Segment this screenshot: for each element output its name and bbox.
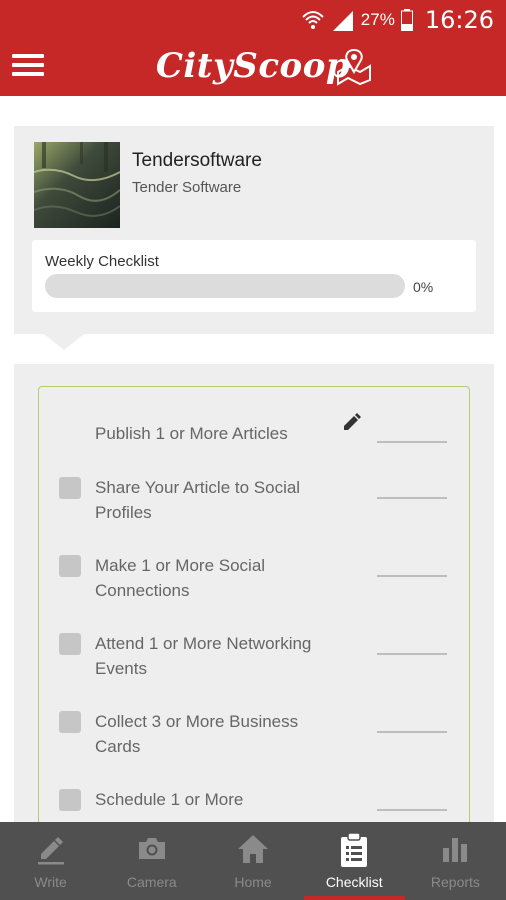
- nav-reports[interactable]: Reports: [405, 822, 506, 900]
- count-field-line[interactable]: [377, 809, 447, 811]
- avatar-image: [34, 142, 120, 228]
- profile-name: Tendersoftware: [132, 150, 262, 171]
- pencil-edit-icon[interactable]: [341, 411, 363, 433]
- card-pointer: [44, 334, 84, 350]
- status-icons: 27% 16:26: [301, 6, 494, 34]
- checkbox[interactable]: [59, 789, 81, 811]
- bottom-navigation: Write Camera Home Checklist Reports: [0, 822, 506, 900]
- status-bar: 27% 16:26: [0, 0, 506, 38]
- clock: 16:26: [424, 6, 494, 34]
- clipboard-icon: [341, 832, 368, 867]
- checklist-item-label: Schedule 1 or More: [95, 790, 244, 809]
- nav-label: Checklist: [325, 874, 383, 890]
- checkbox[interactable]: [59, 555, 81, 577]
- nav-label: Reports: [430, 874, 480, 890]
- progress-bar: [45, 274, 405, 298]
- weekly-checklist-label: Weekly Checklist: [45, 253, 159, 270]
- progress-percent: 0%: [413, 279, 434, 295]
- weekly-progress-box: Weekly Checklist 0%: [32, 240, 476, 312]
- nav-label: Home: [234, 874, 272, 890]
- checkbox[interactable]: [59, 711, 81, 733]
- nav-label: Camera: [126, 874, 177, 890]
- battery-percent: 27%: [360, 10, 395, 29]
- active-tab-indicator: [303, 896, 405, 900]
- count-field-line[interactable]: [377, 653, 447, 655]
- nav-home[interactable]: Home: [202, 822, 303, 900]
- checklist-item-label: Collect 3 or More Business Cards: [95, 712, 299, 756]
- checklist-item-label: Publish 1 or More Articles: [95, 424, 288, 443]
- bar-chart-icon: [443, 838, 468, 862]
- checkbox[interactable]: [59, 633, 81, 655]
- checklist-panel: Publish 1 or More Articles Share Your Ar…: [14, 364, 494, 824]
- count-field-line[interactable]: [377, 497, 447, 499]
- profile-subtitle: Tender Software: [132, 179, 242, 196]
- avatar[interactable]: [34, 142, 120, 228]
- nav-checklist[interactable]: Checklist: [303, 822, 405, 900]
- nav-label: Write: [34, 874, 67, 890]
- checklist-box: Publish 1 or More Articles Share Your Ar…: [38, 386, 470, 824]
- count-field-line[interactable]: [377, 441, 447, 443]
- count-field-line[interactable]: [377, 575, 447, 577]
- count-field-line[interactable]: [377, 731, 447, 733]
- profile-card: Tendersoftware Tender Software Weekly Ch…: [14, 126, 494, 334]
- wifi-icon: [302, 11, 324, 29]
- app-bar: CityScoop: [0, 38, 506, 96]
- home-icon: [238, 835, 268, 863]
- signal-icon: [332, 11, 353, 31]
- nav-write[interactable]: Write: [0, 822, 101, 900]
- battery-icon: [400, 9, 413, 31]
- checkbox[interactable]: [59, 477, 81, 499]
- checklist-item-label: Attend 1 or More Networking Events: [95, 634, 312, 678]
- checklist-item-label: Make 1 or More Social Connections: [95, 556, 266, 600]
- nav-camera[interactable]: Camera: [101, 822, 202, 900]
- pencil-icon: [37, 837, 64, 865]
- checklist-item-label: Share Your Article to Social Profiles: [95, 478, 301, 522]
- map-pin-icon: [337, 48, 371, 86]
- brand-logo: CityScoop: [155, 46, 351, 86]
- camera-icon: [138, 838, 165, 859]
